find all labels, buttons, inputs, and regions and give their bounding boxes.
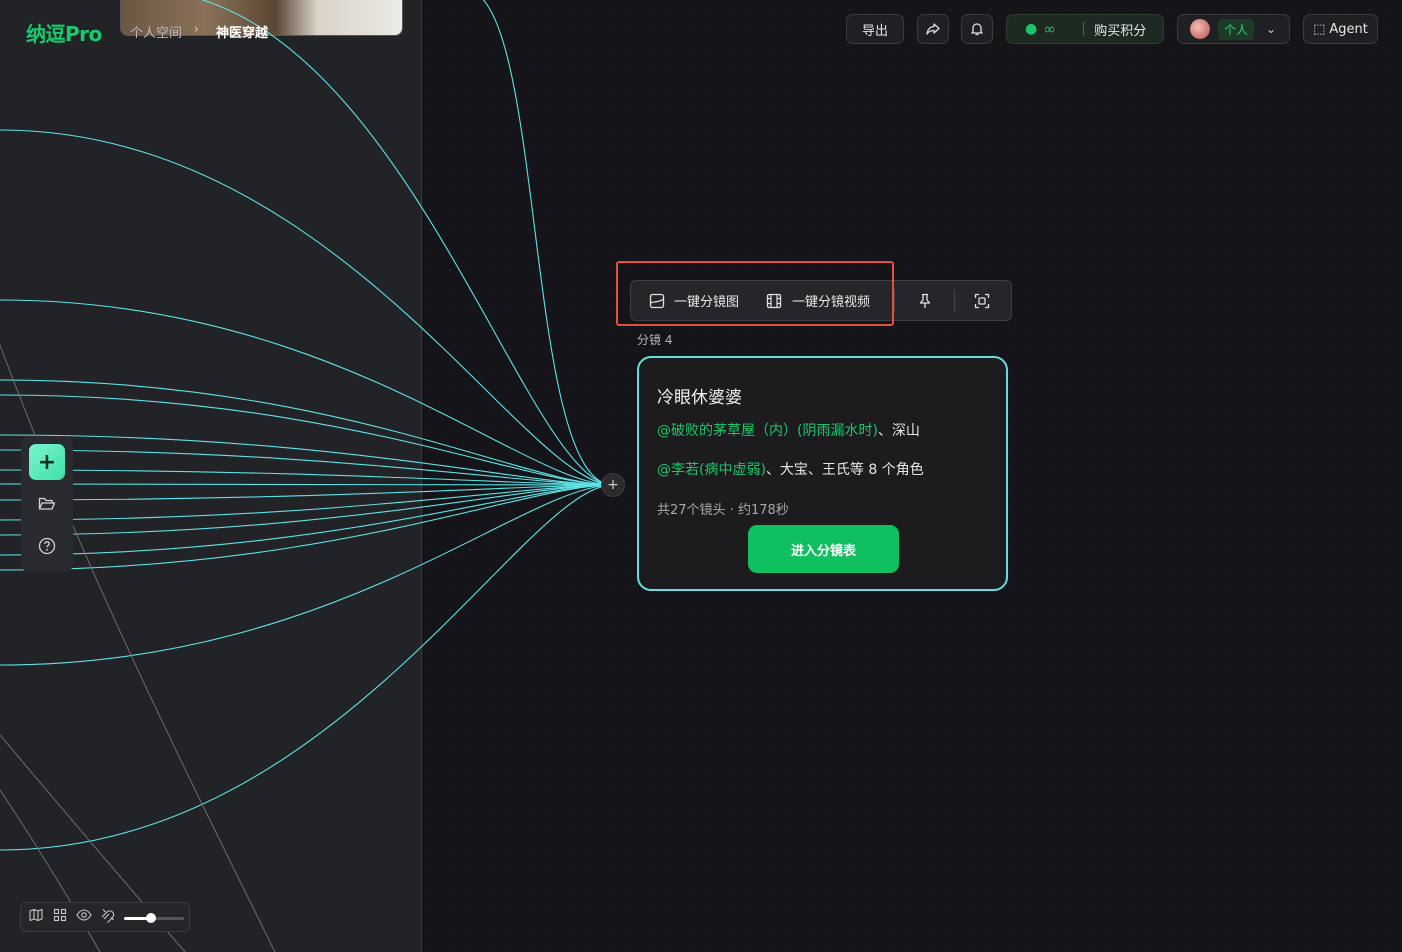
scene-mention-link[interactable]: @破败的茅草屋（内）(阴雨漏水时) bbox=[657, 423, 878, 439]
folder-button[interactable] bbox=[35, 492, 59, 516]
app-logo[interactable]: 纳逗Pro bbox=[26, 18, 102, 47]
shot-scenes: @破败的茅草屋（内）(阴雨漏水时)、深山 bbox=[657, 420, 920, 440]
character-mention-link[interactable]: @李若(病中虚弱) bbox=[657, 462, 766, 478]
scene-rest: 、深山 bbox=[877, 423, 920, 439]
breadcrumb-project[interactable]: 神医穿越 bbox=[216, 22, 268, 41]
map-icon[interactable] bbox=[29, 908, 43, 926]
avatar bbox=[1190, 19, 1210, 39]
zoom-slider-handle[interactable] bbox=[146, 913, 156, 923]
share-button[interactable] bbox=[917, 14, 949, 44]
breadcrumb-space[interactable]: 个人空间 bbox=[130, 22, 182, 41]
shot-characters: @李若(病中虚弱)、大宝、王氏等 8 个角色 bbox=[657, 459, 924, 479]
points-button[interactable]: ● ∞ 购买积分 bbox=[1006, 14, 1164, 44]
add-node-handle-icon[interactable]: + bbox=[601, 473, 625, 497]
user-menu-button[interactable]: 个人 ⌄ bbox=[1177, 14, 1290, 44]
points-value: ∞ bbox=[1043, 20, 1056, 38]
shot-title: 冷眼休婆婆 bbox=[657, 388, 742, 408]
export-button[interactable]: 导出 bbox=[846, 14, 904, 44]
shot-meta: 共27个镜头 · 约178秒 bbox=[657, 503, 789, 518]
notification-button[interactable] bbox=[961, 14, 993, 44]
divider bbox=[894, 290, 895, 312]
shot-card[interactable]: 冷眼休婆婆 @破败的茅草屋（内）(阴雨漏水时)、深山 @李若(病中虚弱)、大宝、… bbox=[637, 356, 1008, 591]
breadcrumb-separator-icon: › bbox=[194, 22, 199, 36]
folder-open-icon bbox=[38, 497, 56, 510]
account-type-badge: 个人 bbox=[1218, 18, 1255, 40]
agent-button[interactable]: ⬚ Agent bbox=[1303, 14, 1378, 44]
share-icon bbox=[926, 23, 940, 35]
bean-icon: ● bbox=[1025, 21, 1038, 37]
divider bbox=[1083, 22, 1085, 36]
shot-node-label: 分镜 4 bbox=[637, 333, 673, 347]
add-node-button[interactable]: + bbox=[29, 444, 65, 480]
buy-points-label: 购买积分 bbox=[1094, 23, 1147, 39]
agent-label: Agent bbox=[1329, 21, 1368, 37]
magnet-icon[interactable] bbox=[100, 908, 115, 927]
zoom-slider[interactable] bbox=[124, 913, 184, 923]
help-button[interactable] bbox=[35, 534, 59, 558]
pin-button[interactable] bbox=[918, 281, 932, 320]
frame-icon bbox=[974, 293, 990, 308]
highlight-box bbox=[616, 261, 894, 326]
agent-icon: ⬚ bbox=[1313, 21, 1326, 37]
focus-frame-button[interactable] bbox=[974, 281, 990, 320]
eye-icon[interactable] bbox=[76, 908, 92, 926]
bell-icon bbox=[971, 23, 983, 36]
side-toolbar: + bbox=[21, 436, 73, 572]
bottom-view-bar bbox=[20, 902, 190, 932]
divider bbox=[954, 290, 955, 312]
chevron-down-icon: ⌄ bbox=[1266, 22, 1277, 36]
character-rest: 、大宝、王氏等 8 个角色 bbox=[765, 462, 924, 478]
grid-icon[interactable] bbox=[53, 908, 67, 926]
help-icon bbox=[38, 537, 56, 555]
enter-storyboard-button[interactable]: 进入分镜表 bbox=[748, 525, 899, 573]
pin-icon bbox=[919, 293, 931, 308]
